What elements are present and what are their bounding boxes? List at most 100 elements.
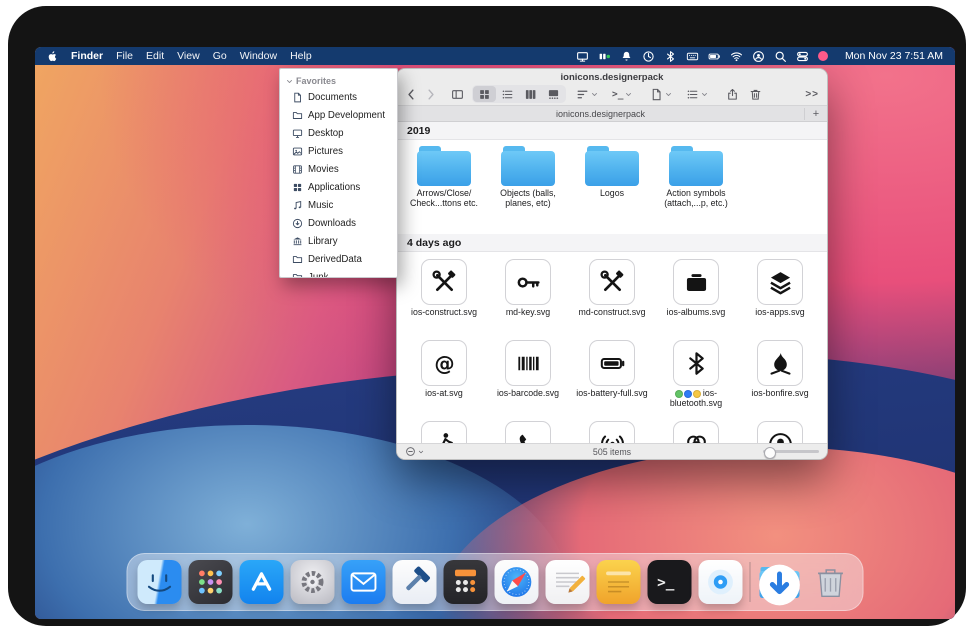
section-header-4-days-ago: 4 days ago xyxy=(397,234,827,252)
view-as-columns-button[interactable] xyxy=(519,86,542,102)
terminal-action-button[interactable]: >_ xyxy=(612,89,632,100)
folder-action-symbols[interactable]: Action symbols (attach,...p, etc.) xyxy=(654,146,738,234)
menu-window[interactable]: Window xyxy=(240,50,277,62)
sidebar-toggle-button[interactable] xyxy=(451,88,464,101)
app-menu-finder[interactable]: Finder xyxy=(71,50,103,62)
menu-clock[interactable]: Mon Nov 23 7:51 AM xyxy=(845,50,943,62)
icon-size-slider[interactable] xyxy=(763,450,819,453)
gallery-view-icon xyxy=(547,88,560,101)
dock-mail-icon[interactable] xyxy=(342,560,386,604)
sidebar-item-pictures[interactable]: Pictures xyxy=(280,142,397,160)
sidebar-favorites-header[interactable]: Favorites xyxy=(280,74,397,88)
dock-settings-icon[interactable] xyxy=(291,560,335,604)
file-ios-bonfire[interactable]: ios-bonfire.svg xyxy=(738,333,822,414)
toolbar-overflow-button[interactable]: >> xyxy=(805,89,819,100)
dock-terminal-icon[interactable]: >_ xyxy=(648,560,692,604)
dock-appstore-icon[interactable] xyxy=(240,560,284,604)
dock-safari-icon[interactable] xyxy=(495,560,539,604)
menu-file[interactable]: File xyxy=(116,50,133,62)
music-icon[interactable] xyxy=(818,51,828,61)
folder-icon xyxy=(585,146,639,186)
dock-findmy-icon[interactable] xyxy=(699,560,743,604)
battery-icon[interactable] xyxy=(708,50,721,63)
file-ios-apps[interactable]: ios-apps.svg xyxy=(738,252,822,333)
menu-view[interactable]: View xyxy=(177,50,200,62)
file-ios-albums[interactable]: ios-albums.svg xyxy=(654,252,738,333)
notifications-icon[interactable] xyxy=(620,50,633,63)
file-ios-bluetooth[interactable]: ios-bluetooth.svg xyxy=(654,333,738,414)
control-center-icon[interactable] xyxy=(796,50,809,63)
file-ios-walk[interactable] xyxy=(402,414,486,443)
favorites-label: Favorites xyxy=(296,76,336,86)
dock-xcode-icon[interactable] xyxy=(393,560,437,604)
file-ios-contact[interactable] xyxy=(738,414,822,443)
dock-downloads-icon[interactable] xyxy=(758,560,802,604)
file-ios-radio[interactable] xyxy=(570,414,654,443)
barcode-icon xyxy=(505,340,551,386)
sidebar-item-music[interactable]: Music xyxy=(280,196,397,214)
call-icon xyxy=(505,421,551,443)
file-md-construct[interactable]: md-construct.svg xyxy=(570,252,654,333)
wifi-icon[interactable] xyxy=(730,50,743,63)
tab-ionicons[interactable]: ionicons.designerpack xyxy=(397,109,804,119)
dock-finder-icon[interactable] xyxy=(138,560,182,604)
tag-yellow xyxy=(693,390,701,398)
share-icon xyxy=(726,88,739,101)
clock-icon[interactable] xyxy=(642,50,655,63)
menu-edit[interactable]: Edit xyxy=(146,50,164,62)
apple-menu-icon[interactable] xyxy=(47,50,58,63)
dock-launchpad-icon[interactable] xyxy=(189,560,233,604)
folder-objects[interactable]: Objects (balls, planes, etc) xyxy=(486,146,570,234)
file-ios-construct[interactable]: ios-construct.svg xyxy=(402,252,486,333)
tab-bar: ionicons.designerpack + xyxy=(397,106,827,122)
sidebar-item-desktop[interactable]: Desktop xyxy=(280,124,397,142)
key-icon xyxy=(505,259,551,305)
sidebar-item-movies[interactable]: Movies xyxy=(280,160,397,178)
music-note-icon xyxy=(292,200,303,211)
new-document-button[interactable] xyxy=(650,88,672,101)
new-tab-button[interactable]: + xyxy=(804,108,827,120)
dock-textedit-icon[interactable] xyxy=(546,560,590,604)
view-as-list-button[interactable] xyxy=(496,86,519,102)
window-titlebar[interactable]: ionicons.designerpack >_ >> xyxy=(397,69,827,106)
dock-calculator-icon[interactable] xyxy=(444,560,488,604)
sidebar-item-deriveddata[interactable]: DerivedData xyxy=(280,250,397,268)
delete-button[interactable] xyxy=(749,88,762,101)
group-by-button[interactable] xyxy=(576,88,598,101)
display-icon[interactable] xyxy=(576,50,589,63)
search-icon[interactable] xyxy=(774,50,787,63)
folder-icon xyxy=(669,146,723,186)
share-button[interactable] xyxy=(726,88,739,101)
menu-go[interactable]: Go xyxy=(213,50,227,62)
desktop-icon xyxy=(292,128,303,139)
stage-manager-icon[interactable] xyxy=(598,50,611,63)
user-icon[interactable] xyxy=(752,50,765,63)
photos-icon xyxy=(292,146,303,157)
file-ios-barcode[interactable]: ios-barcode.svg xyxy=(486,333,570,414)
slider-knob[interactable] xyxy=(764,447,776,459)
dock-notes-icon[interactable] xyxy=(597,560,641,604)
folder-logos[interactable]: Logos xyxy=(570,146,654,234)
file-ios-call[interactable] xyxy=(486,414,570,443)
file-ios-at[interactable]: ios-at.svg xyxy=(402,333,486,414)
bluetooth-icon[interactable] xyxy=(664,50,677,63)
sidebar-item-library[interactable]: Library xyxy=(280,232,397,250)
file-ios-color-filter[interactable] xyxy=(654,414,738,443)
sidebar-item-junk[interactable]: Junk xyxy=(280,268,397,278)
actions-button[interactable] xyxy=(686,88,708,101)
folder-arrows[interactable]: Arrows/Close/ Check...ttons etc. xyxy=(402,146,486,234)
keyboard-icon[interactable] xyxy=(686,50,699,63)
menu-help[interactable]: Help xyxy=(290,50,312,62)
chevron-right-icon xyxy=(424,88,437,101)
view-as-icons-button[interactable] xyxy=(473,86,496,102)
sidebar-item-downloads[interactable]: Downloads xyxy=(280,214,397,232)
file-md-key[interactable]: md-key.svg xyxy=(486,252,570,333)
forward-button[interactable] xyxy=(424,88,437,101)
sidebar-item-app-development[interactable]: App Development xyxy=(280,106,397,124)
sidebar-item-documents[interactable]: Documents xyxy=(280,88,397,106)
view-as-gallery-button[interactable] xyxy=(542,86,565,102)
dock-trash-icon[interactable] xyxy=(809,560,853,604)
sidebar-item-applications[interactable]: Applications xyxy=(280,178,397,196)
file-ios-battery-full[interactable]: ios-battery-full.svg xyxy=(570,333,654,414)
back-button[interactable] xyxy=(405,88,418,101)
